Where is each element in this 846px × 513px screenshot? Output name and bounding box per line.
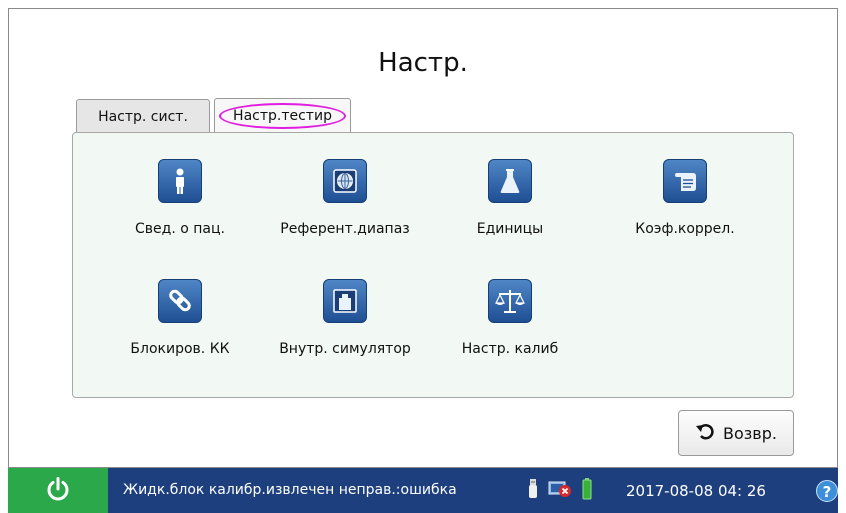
reference-range-button[interactable]: Референт.диапаз [255, 159, 435, 237]
tab-test-settings[interactable]: Настр.тестир [214, 98, 351, 132]
usb-icon [528, 478, 538, 504]
undo-arrow-icon [695, 421, 715, 445]
help-button[interactable]: ? [816, 480, 838, 502]
qc-lock-button[interactable]: Блокиров. КК [90, 279, 270, 357]
person-icon [158, 159, 202, 203]
units-button[interactable]: Единицы [420, 159, 600, 237]
internal-simulator-button[interactable]: Внутр. симулятор [255, 279, 435, 357]
tab-system-settings[interactable]: Настр. сист. [76, 99, 210, 132]
status-icons [528, 478, 592, 504]
calibration-settings-button[interactable]: Настр. калиб [420, 279, 600, 357]
power-button[interactable] [8, 468, 108, 513]
help-icon: ? [822, 483, 832, 501]
link-icon [158, 279, 202, 323]
network-error-icon [548, 479, 572, 503]
datetime: 2017-08-08 04: 26 [626, 482, 766, 500]
back-button[interactable]: Возвр. [678, 410, 794, 456]
item-label: Внутр. симулятор [279, 341, 411, 357]
simulator-icon [323, 279, 367, 323]
item-label: Свед. о пац. [135, 221, 225, 237]
patient-info-button[interactable]: Свед. о пац. [90, 159, 270, 237]
item-label: Блокиров. КК [130, 341, 230, 357]
item-label: Референт.диапаз [280, 221, 410, 237]
item-label: Настр. калиб [461, 341, 559, 357]
correlation-coef-button[interactable]: Коэф.коррел. [595, 159, 775, 237]
status-message: Жидк.блок калибр.извлечен неправ.:ошибка [123, 482, 457, 498]
tab-label: Настр.тестир [233, 108, 332, 124]
settings-panel: Свед. о пац. Референт.диапаз Единицы Коэ… [72, 132, 794, 398]
battery-icon [582, 478, 592, 504]
page-title: Настр. [378, 48, 468, 78]
tab-label: Настр. сист. [98, 109, 188, 125]
scale-icon [488, 279, 532, 323]
globe-icon [323, 159, 367, 203]
status-bar: Жидк.блок калибр.извлечен неправ.:ошибка [8, 468, 838, 513]
item-label: Коэф.коррел. [635, 221, 735, 237]
power-icon [45, 476, 71, 506]
flask-icon [488, 159, 532, 203]
item-label: Единицы [476, 221, 544, 237]
scroll-icon [663, 159, 707, 203]
back-button-label: Возвр. [723, 423, 777, 443]
